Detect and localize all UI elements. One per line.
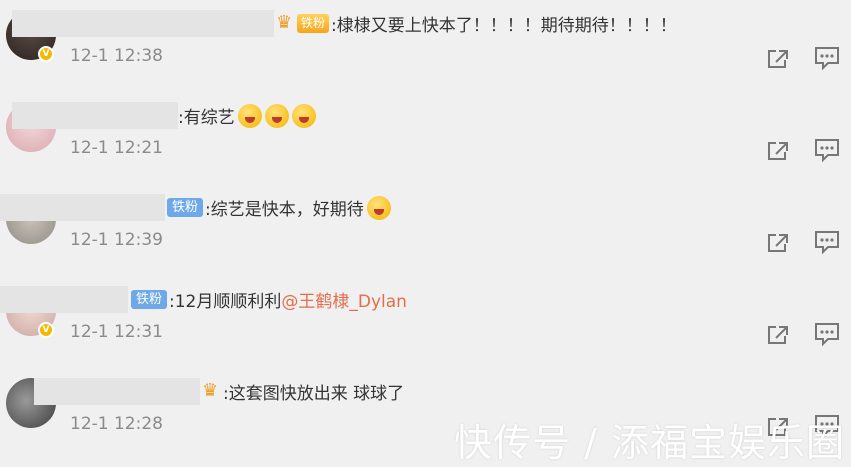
crown-icon: [276, 12, 296, 33]
reply-icon[interactable]: [814, 322, 840, 346]
reply-icon[interactable]: [814, 138, 840, 162]
crown-icon: [202, 380, 222, 401]
fan-badge: 铁粉: [167, 198, 204, 217]
verified-badge-icon: V: [38, 322, 54, 338]
comment-text: :这套图快放出来 球球了: [223, 384, 405, 404]
comment-time: 12-1 12:39: [70, 230, 163, 250]
share-icon[interactable]: [766, 48, 790, 70]
comment-time: 12-1 12:28: [70, 414, 163, 434]
username-redacted[interactable]: [12, 10, 274, 37]
share-icon[interactable]: [766, 232, 790, 254]
comment-item: V 铁粉 :棣棣又要上快本了！！！！期待期待！！！！ 12-1 12:38: [0, 0, 851, 92]
comment-text: :棣棣又要上快本了！！！！期待期待！！！！: [331, 16, 677, 36]
comment-text: :综艺是快本，好期待: [205, 200, 364, 220]
comment-text: :12月顺顺利利: [169, 292, 282, 312]
comment-item: V 铁粉 :12月顺顺利利 @王鹤棣_Dylan 12-1 12:31: [0, 276, 851, 368]
user-mention-link[interactable]: @王鹤棣_Dylan: [281, 287, 407, 312]
comment-text: :有综艺: [178, 108, 235, 128]
crying-emoji-icon: [264, 103, 289, 128]
verified-badge-icon: V: [38, 46, 54, 62]
watermark: 快传号 / 添福宝娱乐圈: [454, 421, 845, 465]
surprised-emoji-icon: [366, 195, 391, 220]
reply-icon[interactable]: [814, 46, 840, 70]
comment-time: 12-1 12:38: [70, 46, 163, 66]
comment-time: 12-1 12:21: [70, 138, 163, 158]
fan-badge: 铁粉: [297, 14, 330, 33]
reply-icon[interactable]: [814, 230, 840, 254]
username-redacted[interactable]: [0, 286, 128, 313]
crying-emoji-icon: [237, 103, 262, 128]
comment-item: :有综艺 12-1 12:21: [0, 92, 851, 184]
username-redacted[interactable]: [0, 194, 165, 221]
share-icon[interactable]: [766, 324, 790, 346]
comment-time: 12-1 12:31: [70, 322, 163, 342]
crying-emoji-icon: [291, 103, 316, 128]
fan-badge: 铁粉: [131, 290, 168, 309]
username-redacted[interactable]: [34, 378, 200, 405]
share-icon[interactable]: [766, 140, 790, 162]
comment-item: 铁粉 :综艺是快本，好期待 12-1 12:39: [0, 184, 851, 276]
username-redacted[interactable]: [12, 102, 178, 129]
